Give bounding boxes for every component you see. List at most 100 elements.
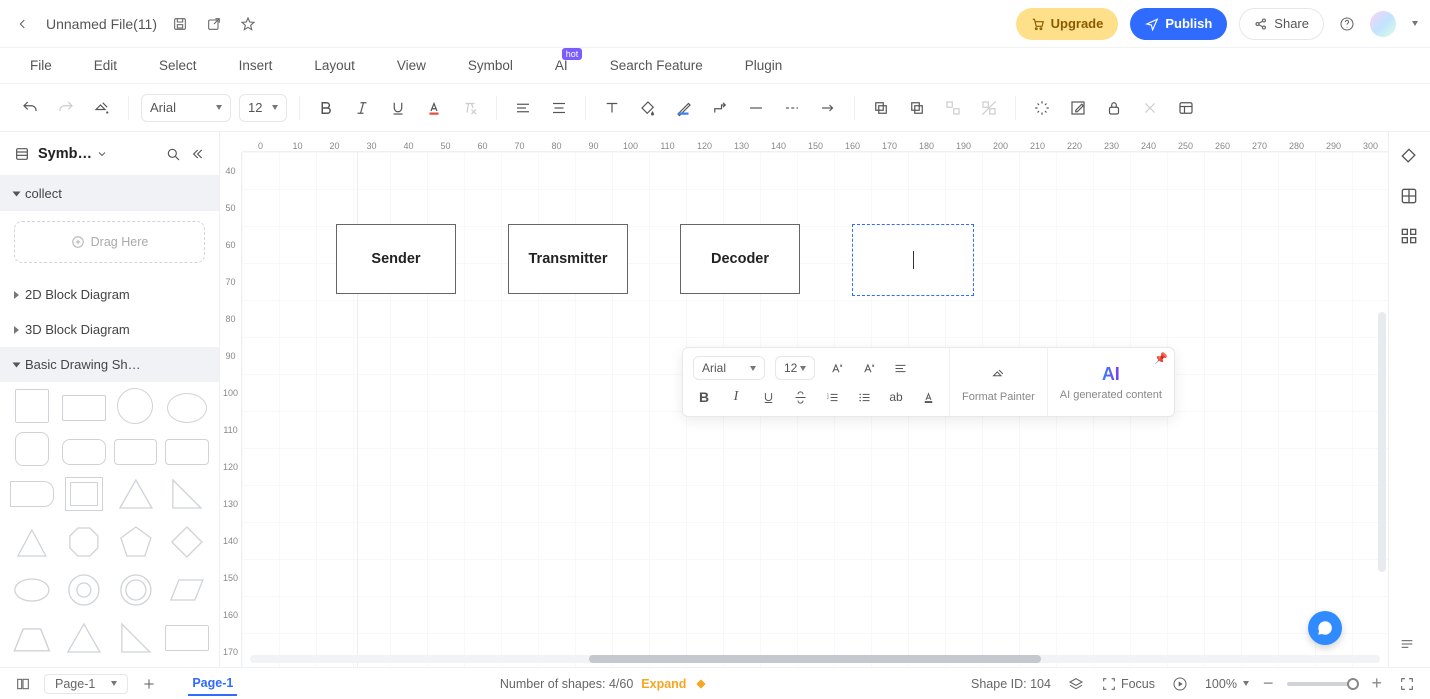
ungroup-icon[interactable] — [975, 94, 1003, 122]
line-dash-icon[interactable] — [778, 94, 806, 122]
font-color-icon[interactable] — [420, 94, 448, 122]
pin-icon[interactable]: 📌 — [1154, 352, 1168, 365]
underline-icon[interactable] — [384, 94, 412, 122]
shape-rrect[interactable] — [62, 439, 106, 465]
zoom-in-button[interactable]: + — [1371, 673, 1382, 694]
menu-select[interactable]: Select — [159, 58, 197, 73]
focus-button[interactable]: Focus — [1101, 676, 1155, 692]
back-icon[interactable] — [12, 13, 34, 35]
shape-rect[interactable] — [62, 395, 106, 421]
share-button[interactable]: Share — [1239, 8, 1324, 40]
node-editing[interactable] — [852, 224, 974, 296]
menu-file[interactable]: File — [30, 58, 52, 73]
float-size-select[interactable]: 12 — [775, 356, 815, 380]
float-font-color-icon[interactable] — [917, 386, 939, 408]
clear-format-icon[interactable] — [456, 94, 484, 122]
beautify-icon[interactable] — [1028, 94, 1056, 122]
font-select[interactable]: Arial — [141, 94, 231, 122]
shape-tab[interactable] — [10, 481, 54, 507]
format-painter-icon[interactable] — [88, 94, 116, 122]
shape-octagon[interactable] — [62, 522, 106, 562]
chat-fab[interactable] — [1308, 611, 1342, 645]
shape-trap[interactable] — [10, 618, 54, 658]
node-decoder[interactable]: Decoder — [680, 224, 800, 294]
text-tool-icon[interactable] — [598, 94, 626, 122]
shape-triangle2[interactable] — [10, 522, 54, 562]
menu-edit[interactable]: Edit — [94, 58, 117, 73]
float-format-painter-icon[interactable] — [985, 361, 1011, 387]
arrow-style-icon[interactable] — [814, 94, 842, 122]
shape-circle[interactable] — [117, 388, 153, 424]
font-size-select[interactable]: 12 — [239, 94, 287, 122]
lock-icon[interactable] — [1100, 94, 1128, 122]
search-icon[interactable] — [165, 146, 181, 162]
front-icon[interactable] — [903, 94, 931, 122]
pages-panel-icon[interactable] — [12, 673, 34, 695]
menu-search[interactable]: Search Feature — [610, 58, 703, 73]
shape-pentagon[interactable] — [114, 522, 158, 562]
redo-icon[interactable] — [52, 94, 80, 122]
shape-ellipse[interactable] — [167, 393, 207, 423]
canvas-vscroll[interactable] — [1378, 312, 1386, 572]
tools-icon[interactable] — [1136, 94, 1164, 122]
menu-insert[interactable]: Insert — [239, 58, 273, 73]
float-ab-icon[interactable]: ab — [885, 386, 907, 408]
shape-triangle[interactable] — [114, 474, 158, 514]
avatar[interactable] — [1370, 11, 1396, 37]
shape-rect2[interactable] — [165, 625, 209, 651]
zoom-slider[interactable] — [1287, 682, 1357, 686]
node-sender[interactable]: Sender — [336, 224, 456, 294]
layers-icon[interactable] — [1065, 673, 1087, 695]
page-select[interactable]: Page-1 — [44, 674, 128, 694]
node-transmitter[interactable]: Transmitter — [508, 224, 628, 294]
open-external-icon[interactable] — [203, 13, 225, 35]
canvas-hscroll[interactable] — [242, 653, 1388, 665]
bold-icon[interactable] — [312, 94, 340, 122]
undo-icon[interactable] — [16, 94, 44, 122]
shape-square[interactable] — [15, 389, 49, 423]
fill-icon[interactable] — [634, 94, 662, 122]
line-style-icon[interactable] — [742, 94, 770, 122]
float-list-ul-icon[interactable] — [853, 386, 875, 408]
shape-donut[interactable] — [62, 570, 106, 610]
rail-fill-icon[interactable] — [1399, 146, 1421, 168]
shape-rrect3[interactable] — [165, 439, 209, 465]
line-color-icon[interactable] — [670, 94, 698, 122]
star-icon[interactable] — [237, 13, 259, 35]
float-align-icon[interactable] — [889, 357, 911, 379]
chevron-down-icon[interactable] — [96, 146, 108, 162]
canvas[interactable]: Sender Transmitter Decoder 📌 Arial 12 — [242, 152, 1388, 667]
italic-icon[interactable] — [348, 94, 376, 122]
float-bold-icon[interactable]: B — [693, 386, 715, 408]
menu-layout[interactable]: Layout — [314, 58, 355, 73]
sidebar-section-2d[interactable]: 2D Block Diagram — [0, 277, 219, 312]
menu-plugin[interactable]: Plugin — [745, 58, 783, 73]
canvas-menu-icon[interactable] — [1394, 631, 1420, 657]
shape-ellipse2[interactable] — [10, 570, 54, 610]
shape-tri4[interactable] — [114, 618, 158, 658]
shape-rtriangle[interactable] — [165, 474, 209, 514]
add-page-button[interactable] — [138, 673, 160, 695]
zoom-out-button[interactable]: − — [1263, 673, 1274, 694]
group-icon[interactable] — [939, 94, 967, 122]
align-h-icon[interactable] — [509, 94, 537, 122]
float-ai-icon[interactable]: AI — [1102, 364, 1120, 385]
shape-diamond[interactable] — [165, 522, 209, 562]
float-strike-icon[interactable] — [789, 386, 811, 408]
float-font-decrease-icon[interactable] — [857, 357, 879, 379]
float-list-ol-icon[interactable]: 12 — [821, 386, 843, 408]
collapse-sidebar-icon[interactable] — [189, 146, 205, 162]
data-icon[interactable] — [1172, 94, 1200, 122]
edit-shape-icon[interactable] — [1064, 94, 1092, 122]
shape-rsquare[interactable] — [15, 432, 49, 466]
rail-insert-icon[interactable] — [1399, 186, 1421, 208]
align-v-icon[interactable] — [545, 94, 573, 122]
active-page-tab[interactable]: Page-1 — [188, 672, 237, 696]
float-font-increase-icon[interactable] — [825, 357, 847, 379]
float-font-select[interactable]: Arial — [693, 356, 765, 380]
help-icon[interactable] — [1336, 13, 1358, 35]
account-menu-caret[interactable] — [1412, 21, 1418, 26]
sidebar-section-3d[interactable]: 3D Block Diagram — [0, 312, 219, 347]
behind-icon[interactable] — [867, 94, 895, 122]
shape-framed-rect[interactable] — [62, 474, 106, 514]
